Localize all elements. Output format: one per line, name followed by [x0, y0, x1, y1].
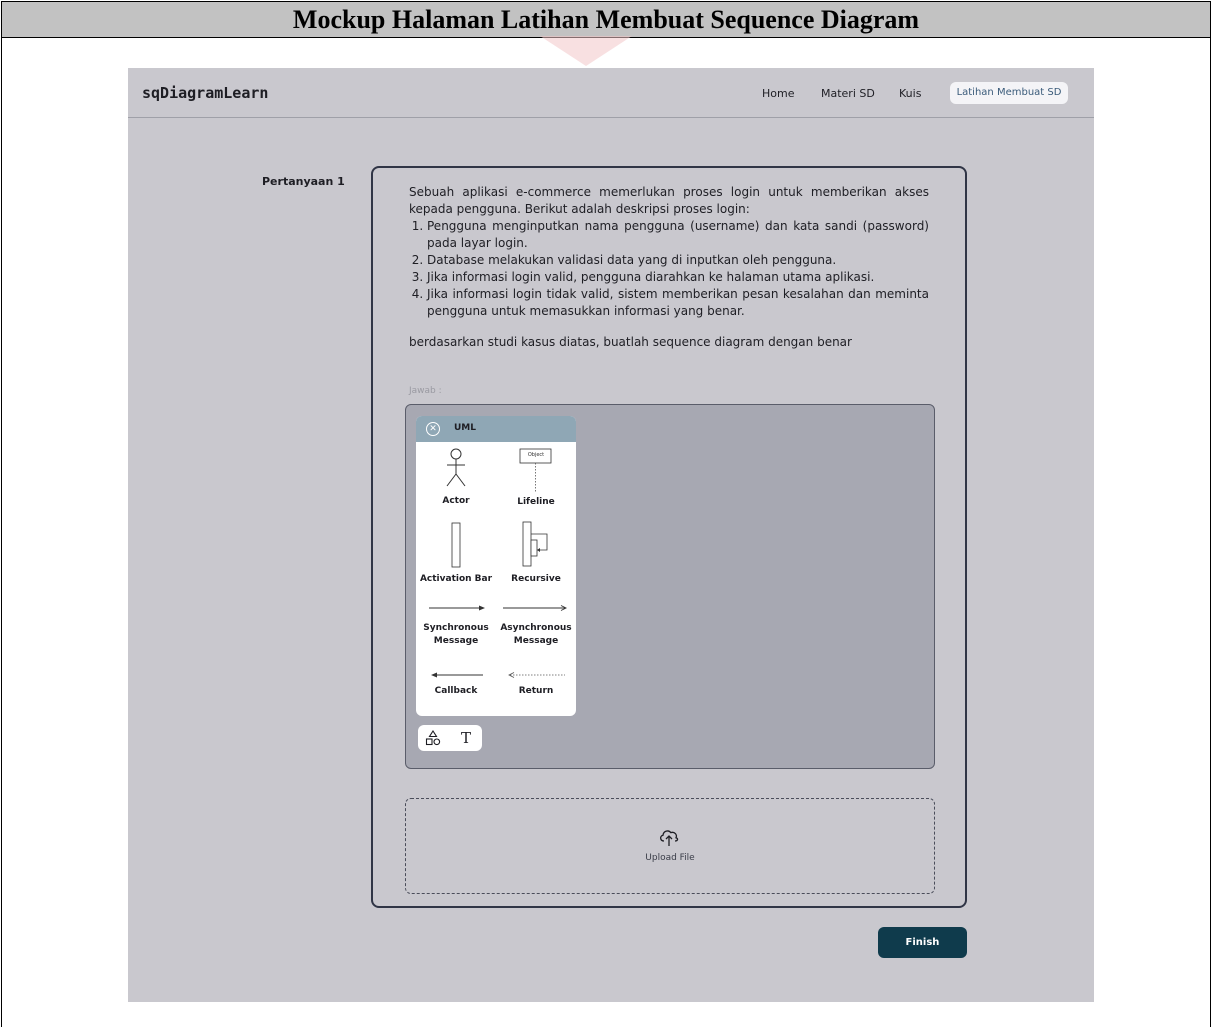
uml-callback[interactable]: Callback	[416, 668, 496, 708]
upload-label: Upload File	[645, 853, 695, 863]
uml-async-label-line1: Asynchronous	[500, 623, 572, 633]
diagram-canvas[interactable]: ✕ UML Actor Object Lifeline Activation B…	[405, 404, 935, 769]
activation-bar-icon	[451, 522, 461, 568]
callback-arrow-icon	[431, 672, 483, 678]
question-step: Jika informasi login tidak valid, sistem…	[427, 286, 929, 320]
answer-label: Jawab :	[409, 386, 442, 396]
uml-callback-label: Callback	[434, 686, 478, 696]
question-text: Sebuah aplikasi e-commerce memerlukan pr…	[409, 184, 929, 351]
close-icon[interactable]: ✕	[426, 422, 440, 436]
nav-materi-sd[interactable]: Materi SD	[821, 87, 875, 100]
question-intro: Sebuah aplikasi e-commerce memerlukan pr…	[409, 185, 929, 216]
lifeline-object-label: Object	[527, 452, 545, 458]
uml-return-label: Return	[518, 686, 554, 696]
uml-actor-label: Actor	[442, 496, 470, 506]
uml-palette-header: ✕ UML	[416, 416, 576, 442]
uml-palette: ✕ UML Actor Object Lifeline Activation B…	[416, 416, 576, 716]
uml-async-label-line2: Message	[513, 636, 559, 646]
question-number-label: Pertanyaan 1	[262, 175, 345, 188]
question-step: Database melakukan validasi data yang di…	[427, 252, 929, 269]
shapes-icon[interactable]	[424, 729, 442, 747]
question-step: Pengguna menginputkan nama pengguna (use…	[427, 218, 929, 252]
uml-lifeline-label: Lifeline	[517, 497, 555, 507]
recursive-icon	[522, 521, 548, 567]
question-step: Jika informasi login valid, pengguna dia…	[427, 269, 929, 286]
uml-activation-bar-label: Activation Bar	[419, 574, 493, 584]
uml-lifeline[interactable]: Object Lifeline	[496, 446, 576, 516]
uml-return[interactable]: Return	[496, 668, 576, 708]
finish-button[interactable]: Finish	[878, 927, 967, 958]
async-arrow-icon	[503, 605, 568, 611]
watermark-shape	[540, 36, 632, 66]
question-steps: Pengguna menginputkan nama pengguna (use…	[409, 218, 929, 320]
upload-dropzone[interactable]: Upload File	[405, 798, 935, 894]
actor-icon	[446, 448, 466, 487]
drawing-toolbar: T	[418, 725, 482, 751]
caption-bar: Mockup Halaman Latihan Membuat Sequence …	[2, 2, 1210, 38]
app-window: sqDiagramLearn Home Materi SD Kuis Latih…	[128, 68, 1094, 1002]
question-instruction: berdasarkan studi kasus diatas, buatlah …	[409, 335, 852, 349]
uml-sync-label-line1: Synchronous	[423, 623, 489, 633]
uml-async-message[interactable]: Asynchronous Message	[496, 600, 576, 650]
text-tool-icon[interactable]: T	[456, 727, 476, 749]
question-card: Sebuah aplikasi e-commerce memerlukan pr…	[371, 166, 967, 908]
uml-sync-label-line2: Message	[433, 636, 479, 646]
nav-latihan-membuat-sd[interactable]: Latihan Membuat SD	[950, 82, 1068, 104]
uml-palette-title: UML	[454, 423, 476, 433]
figure-caption: Mockup Halaman Latihan Membuat Sequence …	[292, 5, 920, 34]
cloud-upload-icon	[660, 830, 679, 846]
sync-arrow-icon	[429, 605, 485, 611]
uml-recursive-label: Recursive	[511, 574, 561, 584]
navbar: sqDiagramLearn Home Materi SD Kuis Latih…	[128, 68, 1094, 118]
uml-activation-bar[interactable]: Activation Bar	[416, 520, 496, 590]
nav-kuis[interactable]: Kuis	[899, 87, 921, 100]
brand-logo[interactable]: sqDiagramLearn	[142, 84, 268, 102]
nav-home[interactable]: Home	[762, 87, 794, 100]
uml-actor[interactable]: Actor	[416, 446, 496, 516]
return-arrow-icon	[508, 672, 565, 678]
uml-recursive[interactable]: Recursive	[496, 520, 576, 590]
uml-sync-message[interactable]: Synchronous Message	[416, 600, 496, 650]
